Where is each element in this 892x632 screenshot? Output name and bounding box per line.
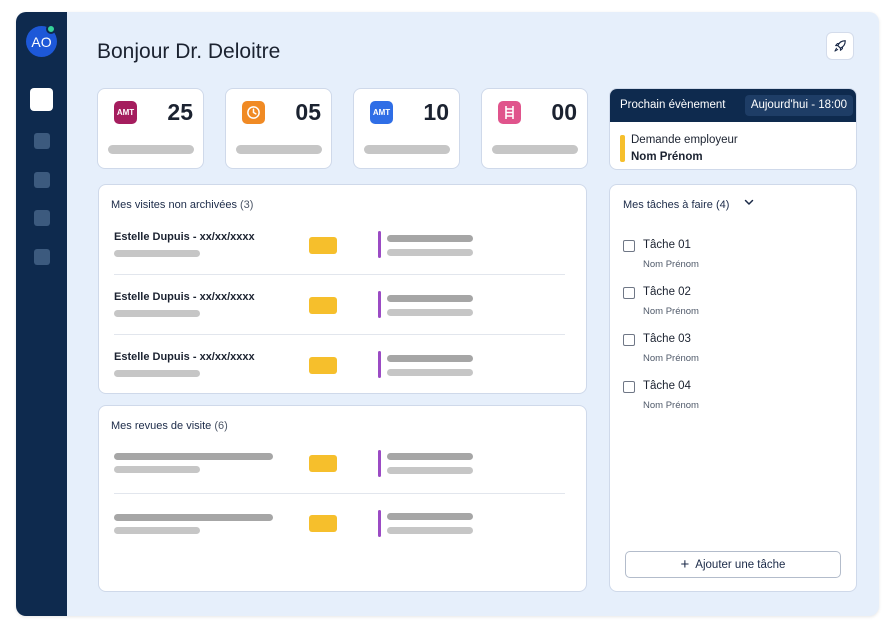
placeholder-bar (387, 249, 473, 256)
task-checkbox[interactable] (623, 334, 635, 346)
status-chip (309, 357, 337, 374)
sidebar: AO (16, 12, 67, 616)
row-divider (114, 334, 565, 335)
reviews-title: Mes revues de visite (6) (111, 420, 228, 432)
reviews-title-text: Mes revues de visite (111, 420, 212, 432)
task-checkbox[interactable] (623, 287, 635, 299)
placeholder-bar (387, 453, 473, 460)
status-chip (309, 515, 337, 532)
placeholder-bar (387, 527, 473, 534)
rocket-icon (834, 40, 846, 52)
visit-name: Estelle Dupuis - xx/xx/xxxx (114, 291, 255, 303)
row-divider (114, 274, 565, 275)
placeholder-bar (387, 467, 473, 474)
task-name: Tâche 02 (643, 286, 691, 298)
stat-card-2[interactable]: 05 (225, 88, 332, 169)
reviews-count: (6) (214, 420, 228, 432)
app-window: AO Bonjour Dr. Deloitre AMT 25 05 AMT 10… (16, 12, 879, 616)
sidebar-item-dashboard[interactable] (30, 88, 53, 111)
visit-name: Estelle Dupuis - xx/xx/xxxx (114, 231, 255, 243)
page-title: Bonjour Dr. Deloitre (97, 40, 281, 63)
placeholder-bar (114, 250, 200, 257)
task-owner: Nom Prénom (643, 306, 699, 317)
stat-card-3[interactable]: AMT 10 (353, 88, 460, 169)
stat-value: 05 (295, 99, 321, 125)
placeholder-bar (364, 145, 450, 154)
stat-value: 10 (423, 99, 449, 125)
task-owner: Nom Prénom (643, 353, 699, 364)
sidebar-item-3[interactable] (34, 172, 50, 188)
placeholder-bar (114, 514, 273, 521)
visits-card: Mes visites non archivées (3) Estelle Du… (98, 184, 587, 394)
task-checkbox[interactable] (623, 381, 635, 393)
task-name: Tâche 04 (643, 380, 691, 392)
accent-line (378, 510, 381, 537)
next-event-title: Prochain évènement (620, 99, 726, 111)
stat-value: 25 (167, 99, 193, 125)
tasks-title[interactable]: Mes tâches à faire (4) (623, 199, 729, 211)
next-event-time: Aujourd'hui - 18:00 (744, 95, 853, 116)
accent-line (378, 231, 381, 258)
tasks-count: (4) (715, 199, 730, 211)
stat-card-1[interactable]: AMT 25 (97, 88, 204, 169)
placeholder-bar (387, 369, 473, 376)
chevron-down-icon[interactable] (743, 196, 755, 208)
placeholder-bar (114, 466, 200, 473)
ladder-icon (498, 101, 521, 124)
placeholder-bar (236, 145, 322, 154)
task-checkbox[interactable] (623, 240, 635, 252)
status-chip (309, 237, 337, 254)
reviews-card: Mes revues de visite (6) (98, 405, 587, 592)
placeholder-bar (387, 309, 473, 316)
placeholder-bar (114, 527, 200, 534)
sidebar-item-5[interactable] (34, 249, 50, 265)
placeholder-bar (387, 295, 473, 302)
placeholder-bar (114, 453, 273, 460)
placeholder-bar (492, 145, 578, 154)
next-event-type: Demande employeur (631, 134, 738, 146)
next-event-header: Prochain évènement Aujourd'hui - 18:00 (610, 89, 856, 122)
amt-icon: AMT (370, 101, 393, 124)
accent-line (378, 291, 381, 318)
stat-value: 00 (551, 99, 577, 125)
placeholder-bar (387, 235, 473, 242)
tasks-card: Mes tâches à faire (4) Tâche 01 Nom Prén… (609, 184, 857, 592)
plus-icon: + (680, 556, 690, 573)
placeholder-bar (108, 145, 194, 154)
event-accent-bar (620, 135, 625, 162)
status-chip (309, 455, 337, 472)
rocket-button[interactable] (826, 32, 854, 60)
accent-line (378, 450, 381, 477)
placeholder-bar (387, 513, 473, 520)
stat-card-4[interactable]: 00 (481, 88, 588, 169)
visits-title-text: Mes visites non archivées (111, 199, 237, 211)
add-task-label: Ajouter une tâche (695, 558, 786, 571)
visits-title: Mes visites non archivées (3) (111, 199, 253, 211)
clock-icon (242, 101, 265, 124)
tasks-title-text: Mes tâches à faire (623, 199, 713, 211)
task-owner: Nom Prénom (643, 259, 699, 270)
sidebar-item-2[interactable] (34, 133, 50, 149)
placeholder-bar (387, 355, 473, 362)
next-event-card[interactable]: Prochain évènement Aujourd'hui - 18:00 D… (609, 88, 857, 170)
task-name: Tâche 03 (643, 333, 691, 345)
accent-line (378, 351, 381, 378)
visits-count: (3) (240, 199, 254, 211)
placeholder-bar (114, 310, 200, 317)
add-task-button[interactable]: + Ajouter une tâche (625, 551, 841, 578)
visit-name: Estelle Dupuis - xx/xx/xxxx (114, 351, 255, 363)
status-chip (309, 297, 337, 314)
sidebar-item-4[interactable] (34, 210, 50, 226)
task-name: Tâche 01 (643, 239, 691, 251)
next-event-name: Nom Prénom (631, 151, 703, 163)
status-dot (46, 24, 56, 34)
placeholder-bar (114, 370, 200, 377)
amt-icon: AMT (114, 101, 137, 124)
row-divider (114, 493, 565, 494)
task-owner: Nom Prénom (643, 400, 699, 411)
